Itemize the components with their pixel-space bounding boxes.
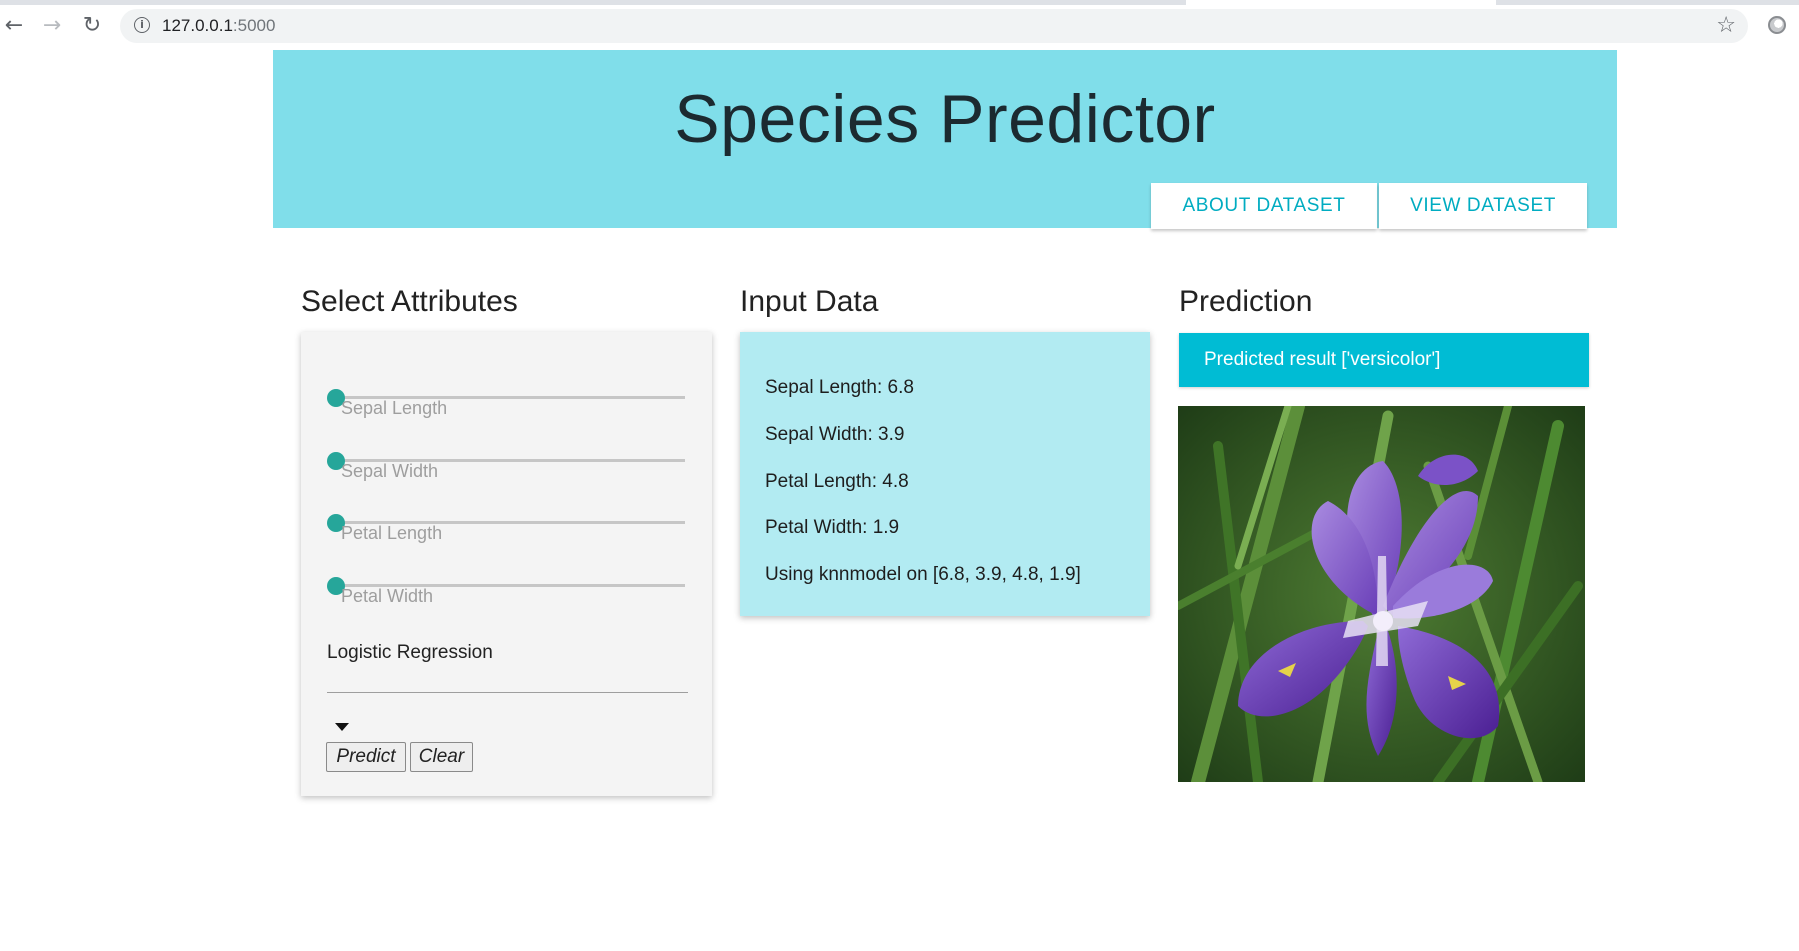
site-info-icon[interactable]: i bbox=[134, 17, 150, 33]
tab-strip-gap bbox=[1186, 0, 1496, 5]
input-model-summary: Using knnmodel on [6.8, 3.9, 4.8, 1.9] bbox=[765, 564, 1081, 585]
slider-label: Sepal Length bbox=[341, 398, 448, 418]
attributes-form: Sepal Length Sepal Width Petal Length Pe… bbox=[301, 332, 712, 796]
sepal-length-slider[interactable]: Sepal Length bbox=[327, 382, 687, 418]
select-attributes-heading: Select Attributes bbox=[301, 285, 518, 318]
model-select-value[interactable]: Logistic Regression bbox=[327, 642, 493, 664]
address-url[interactable]: 127.0.0.1:5000 bbox=[162, 16, 275, 36]
page-title: Species Predictor bbox=[674, 81, 1216, 157]
tab-strip bbox=[0, 0, 1799, 5]
petal-length-slider[interactable]: Petal Length bbox=[327, 507, 687, 543]
model-select[interactable]: Logistic Regression bbox=[327, 642, 688, 731]
input-sepal-width: Sepal Width: 3.9 bbox=[765, 424, 905, 445]
view-dataset-button[interactable]: VIEW DATASET bbox=[1379, 183, 1587, 229]
back-arrow-icon[interactable]: ← bbox=[2, 14, 26, 38]
page-header: Species Predictor ABOUT DATASET VIEW DAT… bbox=[273, 50, 1617, 229]
prediction-result: Predicted result ['versicolor'] bbox=[1179, 333, 1589, 387]
predict-button[interactable]: Predict bbox=[326, 742, 406, 772]
model-select-underline bbox=[327, 692, 688, 693]
input-sepal-length: Sepal Length: 6.8 bbox=[765, 377, 914, 398]
slider-label: Sepal Width bbox=[341, 461, 439, 481]
input-data-card: Sepal Length: 6.8 Sepal Width: 3.9 Petal… bbox=[740, 332, 1150, 616]
sepal-width-slider[interactable]: Sepal Width bbox=[327, 445, 687, 481]
about-dataset-button[interactable]: ABOUT DATASET bbox=[1151, 183, 1377, 229]
extension-icon[interactable] bbox=[1768, 16, 1786, 34]
clear-button[interactable]: Clear bbox=[410, 742, 473, 772]
input-data-heading: Input Data bbox=[740, 285, 879, 318]
prediction-heading: Prediction bbox=[1179, 285, 1313, 318]
slider-label: Petal Width bbox=[341, 586, 434, 606]
slider-label: Petal Length bbox=[341, 523, 443, 543]
browser-chrome: ← → ↻ i 127.0.0.1:5000 ☆ bbox=[0, 0, 1799, 50]
iris-flower-image bbox=[1178, 406, 1585, 782]
url-port: :5000 bbox=[232, 16, 276, 35]
caret-down-icon[interactable] bbox=[335, 723, 349, 731]
address-bar[interactable]: i 127.0.0.1:5000 ☆ bbox=[120, 9, 1748, 43]
forward-arrow-icon[interactable]: → bbox=[40, 14, 64, 38]
input-petal-length: Petal Length: 4.8 bbox=[765, 471, 909, 492]
url-host: 127.0.0.1 bbox=[162, 16, 233, 35]
bookmark-star-icon[interactable]: ☆ bbox=[1716, 13, 1736, 38]
input-petal-width: Petal Width: 1.9 bbox=[765, 517, 900, 538]
reload-icon[interactable]: ↻ bbox=[80, 14, 104, 38]
petal-width-slider[interactable]: Petal Width bbox=[327, 570, 687, 606]
